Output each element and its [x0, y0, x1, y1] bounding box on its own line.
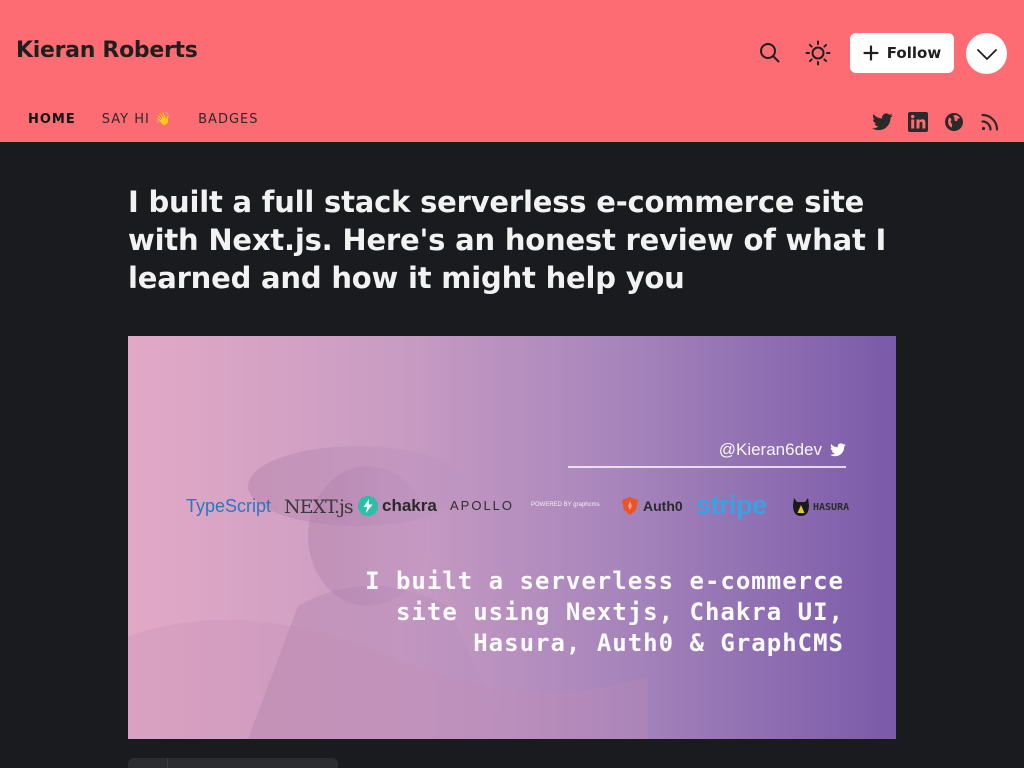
hasura-logo-group: HASURA: [792, 497, 849, 517]
post-title: I built a full stack serverless e-commer…: [128, 185, 887, 295]
author-chip[interactable]: [128, 758, 338, 768]
nav-item-home[interactable]: HOME: [28, 112, 76, 127]
blog-header: Kieran Roberts Follow HOME SAY HI 👋 BADG…: [0, 0, 1024, 142]
cover-caption-line: Hasura, Auth0 & GraphCMS: [473, 629, 844, 657]
hasura-logo-text: HASURA: [813, 501, 850, 513]
twitter-handle-text: @Kieran6dev: [718, 440, 822, 459]
theme-toggle-button[interactable]: [798, 33, 838, 73]
typescript-logo: TypeScript: [186, 496, 272, 516]
chevron-down-icon: [976, 48, 997, 60]
chakra-logo-group: chakra: [358, 496, 437, 516]
graphcms-logo: POWERED BY graphcms: [531, 502, 600, 508]
plus-icon: [863, 45, 879, 61]
handle-divider: [568, 466, 846, 468]
stripe-logo: stripe: [696, 490, 767, 520]
cover-caption-line: site using Nextjs, Chakra UI,: [395, 598, 844, 626]
rss-link[interactable]: [978, 110, 1002, 134]
linkedin-icon: [908, 112, 928, 132]
apollo-logo: APOLLO: [450, 498, 515, 513]
nav-item-badges[interactable]: BADGES: [198, 112, 258, 127]
auth0-logo-text: Auth0: [643, 498, 683, 514]
auth0-icon: [622, 497, 638, 515]
search-icon: [760, 43, 780, 63]
nav-item-say-hi[interactable]: SAY HI 👋: [102, 112, 172, 127]
globe-icon: [945, 113, 963, 131]
follow-label: Follow: [886, 44, 942, 62]
cover-image: @Kieran6dev TypeScript NEXT.js chakra AP…: [128, 336, 896, 739]
sun-icon: [805, 40, 831, 66]
hasura-icon: [793, 498, 809, 516]
blog-title[interactable]: Kieran Roberts: [16, 38, 198, 63]
auth0-logo-group: Auth0: [620, 496, 683, 516]
website-link[interactable]: [942, 110, 966, 134]
twitter-icon: [830, 443, 846, 457]
cover-photo-background: [128, 446, 648, 739]
chakra-logo-text: chakra: [382, 496, 437, 515]
chakra-icon: [358, 496, 378, 516]
twitter-handle: @Kieran6dev: [719, 440, 846, 460]
cover-caption: I built a serverless e-commerce site usi…: [365, 566, 844, 659]
search-button[interactable]: [750, 33, 790, 73]
cover-caption-line: I built a serverless e-commerce: [365, 567, 844, 595]
avatar: [128, 758, 168, 768]
main-nav: HOME SAY HI 👋 BADGES: [28, 112, 285, 127]
rss-icon: [981, 113, 999, 131]
follow-button[interactable]: Follow: [850, 33, 954, 73]
linkedin-link[interactable]: [906, 110, 930, 134]
profile-menu-button[interactable]: [966, 33, 1007, 74]
twitter-link[interactable]: [870, 110, 894, 134]
nextjs-logo: NEXT.js: [284, 496, 354, 518]
twitter-icon: [871, 113, 893, 131]
